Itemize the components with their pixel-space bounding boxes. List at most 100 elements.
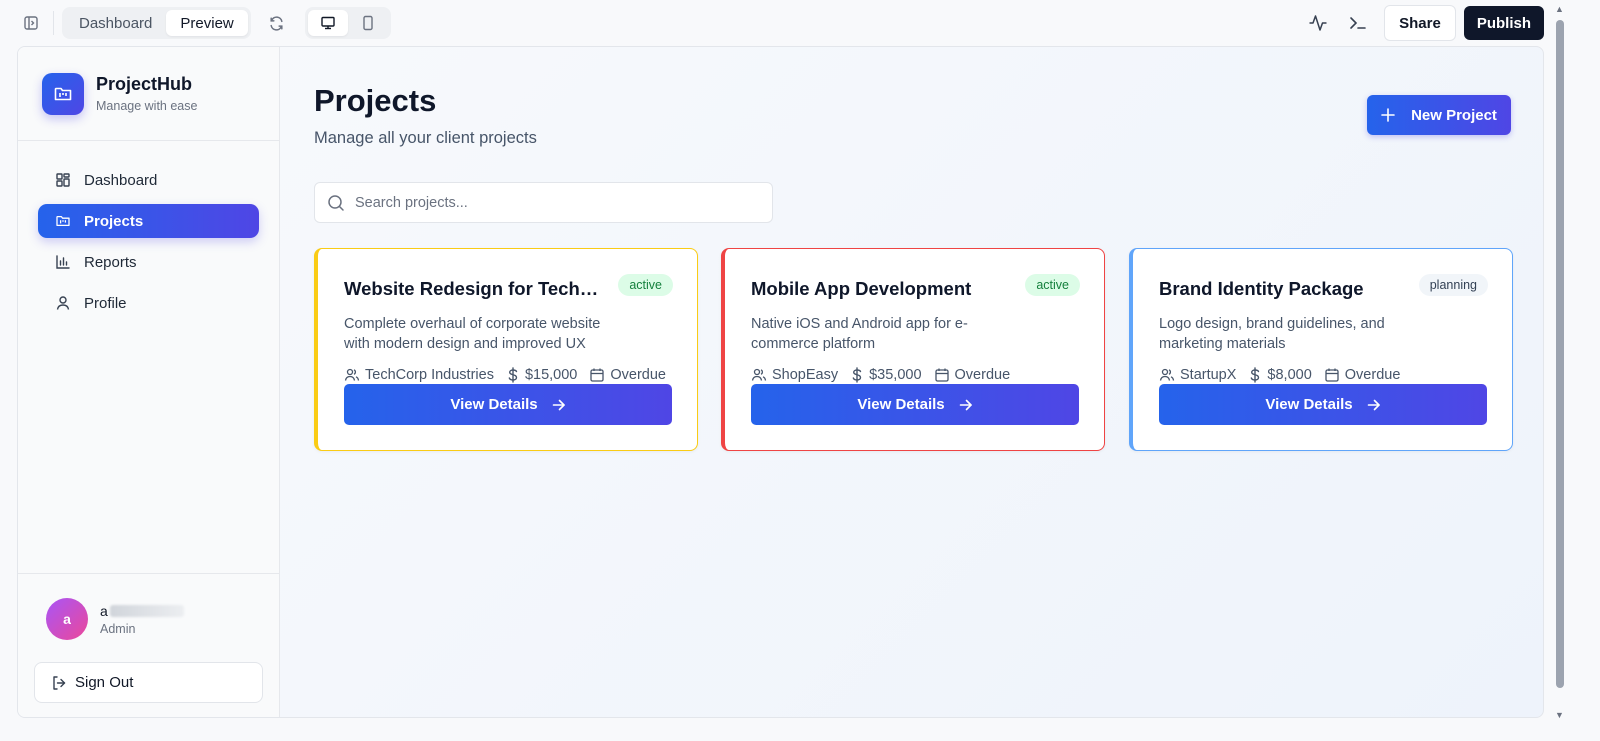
search-icon	[327, 194, 345, 212]
sidebar-item-profile[interactable]: Profile	[38, 286, 259, 320]
search-box	[314, 182, 773, 223]
project-due: Overdue	[1344, 367, 1401, 383]
project-budget: $35,000	[869, 367, 922, 383]
brand-name: ProjectHub	[96, 74, 193, 94]
terminal-button[interactable]	[1344, 9, 1372, 37]
project-client: StartupX	[1180, 367, 1237, 383]
status-badge: planning	[1418, 274, 1488, 296]
sidebar-item-label: Profile	[84, 294, 127, 312]
bar-chart-icon	[54, 253, 72, 271]
tab-dashboard[interactable]: Dashboard	[65, 10, 166, 36]
scroll-thumb[interactable]	[1556, 20, 1564, 688]
project-client: TechCorp Industries	[365, 367, 494, 383]
scroll-down-arrow[interactable]: ▼	[1555, 710, 1564, 720]
user-section: a a Admin Sign Out	[18, 573, 280, 717]
users-icon	[1159, 368, 1175, 381]
user-icon	[54, 294, 72, 312]
sign-out-label: Sign Out	[75, 674, 134, 691]
view-details-button[interactable]: View Details	[751, 384, 1079, 425]
sidebar-item-label: Projects	[84, 212, 144, 230]
dollar-icon	[1251, 367, 1260, 383]
project-description: Native iOS and Android app for e-commerc…	[751, 316, 968, 352]
users-icon	[751, 368, 767, 381]
project-title: Website Redesign for TechCorp	[344, 278, 606, 299]
user-name-initial: a	[100, 602, 108, 619]
sidebar-item-label: Reports	[84, 253, 137, 271]
refresh-icon	[270, 15, 283, 31]
editor-topbar: Dashboard Preview Share Publish	[0, 0, 1600, 46]
project-meta: StartupX $8,000 Overdue	[1159, 367, 1412, 383]
view-details-label: View Details	[857, 396, 945, 413]
scroll-up-arrow[interactable]: ▲	[1555, 4, 1564, 14]
view-details-label: View Details	[450, 396, 538, 413]
folder-kanban-icon	[54, 212, 72, 230]
publish-button[interactable]: Publish	[1463, 6, 1544, 40]
desktop-view-button[interactable]	[307, 10, 348, 36]
project-description: Complete overhaul of corporate website w…	[344, 316, 601, 352]
calendar-icon	[590, 368, 605, 382]
toggle-sidebar-button[interactable]	[17, 9, 45, 37]
activity-icon	[1309, 15, 1327, 31]
activity-button[interactable]	[1304, 9, 1332, 37]
folder-kanban-icon	[54, 87, 72, 100]
sidebar-item-projects[interactable]: Projects	[38, 204, 259, 238]
project-due: Overdue	[954, 367, 1011, 383]
brand-header: ProjectHub Manage with ease	[18, 47, 279, 141]
sidebar: ProjectHub Manage with ease Dashboard Pr…	[18, 47, 280, 717]
project-budget: $8,000	[1267, 367, 1312, 383]
sidebar-item-dashboard[interactable]: Dashboard	[38, 163, 259, 197]
user-name: a	[100, 603, 184, 619]
status-badge: active	[1025, 274, 1080, 296]
page-subtitle: Manage all your client projects	[314, 129, 537, 147]
plus-icon	[1381, 108, 1395, 122]
sidebar-nav: Dashboard Projects Reports Profile	[18, 141, 279, 320]
arrow-right-icon	[959, 398, 973, 412]
project-meta: ShopEasy $35,000 Overdue	[751, 367, 1022, 383]
main-content: Projects Manage all your client projects…	[281, 47, 1543, 717]
redacted-name	[109, 604, 184, 617]
brand-tagline: Manage with ease	[96, 99, 198, 113]
tab-preview[interactable]: Preview	[166, 10, 248, 36]
arrow-right-icon	[552, 398, 566, 412]
view-details-button[interactable]: View Details	[344, 384, 672, 425]
avatar: a	[46, 598, 88, 640]
arrow-right-icon	[1367, 398, 1381, 412]
dollar-icon	[508, 367, 518, 383]
view-details-button[interactable]: View Details	[1159, 384, 1487, 425]
project-meta: TechCorp Industries $15,000 Overdue	[344, 367, 678, 383]
project-client: ShopEasy	[772, 367, 839, 383]
log-out-icon	[51, 675, 67, 691]
dollar-icon	[852, 367, 862, 383]
calendar-icon	[1325, 368, 1339, 382]
search-input[interactable]	[355, 194, 755, 211]
new-project-label: New Project	[1411, 106, 1497, 124]
project-budget: $15,000	[524, 367, 578, 383]
view-details-label: View Details	[1265, 396, 1353, 413]
project-card: Mobile App Development active Native iOS…	[721, 248, 1105, 451]
project-title: Brand Identity Package	[1159, 278, 1364, 299]
brand-logo	[42, 72, 84, 115]
sidebar-item-reports[interactable]: Reports	[38, 245, 259, 279]
terminal-icon	[1350, 17, 1366, 29]
mobile-view-button[interactable]	[348, 10, 388, 36]
new-project-button[interactable]: New Project	[1367, 95, 1511, 135]
project-description: Logo design, brand guidelines, and marke…	[1159, 316, 1385, 352]
view-mode-tabs: Dashboard Preview	[62, 7, 251, 39]
grid-icon	[54, 171, 72, 189]
topbar-divider	[53, 11, 54, 35]
status-badge: active	[618, 274, 673, 296]
refresh-button[interactable]	[263, 9, 291, 37]
share-button[interactable]: Share	[1384, 5, 1456, 41]
user-role: Admin	[100, 621, 136, 636]
preview-frame: ProjectHub Manage with ease Dashboard Pr…	[17, 46, 1544, 718]
users-icon	[344, 368, 360, 381]
project-title: Mobile App Development	[751, 278, 972, 299]
project-due: Overdue	[610, 367, 666, 383]
monitor-icon	[321, 16, 335, 30]
project-card: Website Redesign for TechCorp active Com…	[314, 248, 698, 451]
sign-out-button[interactable]: Sign Out	[34, 662, 263, 703]
calendar-icon	[934, 368, 949, 382]
panel-left-icon	[24, 16, 38, 30]
device-toggle	[304, 7, 391, 39]
sidebar-item-label: Dashboard	[84, 171, 158, 189]
